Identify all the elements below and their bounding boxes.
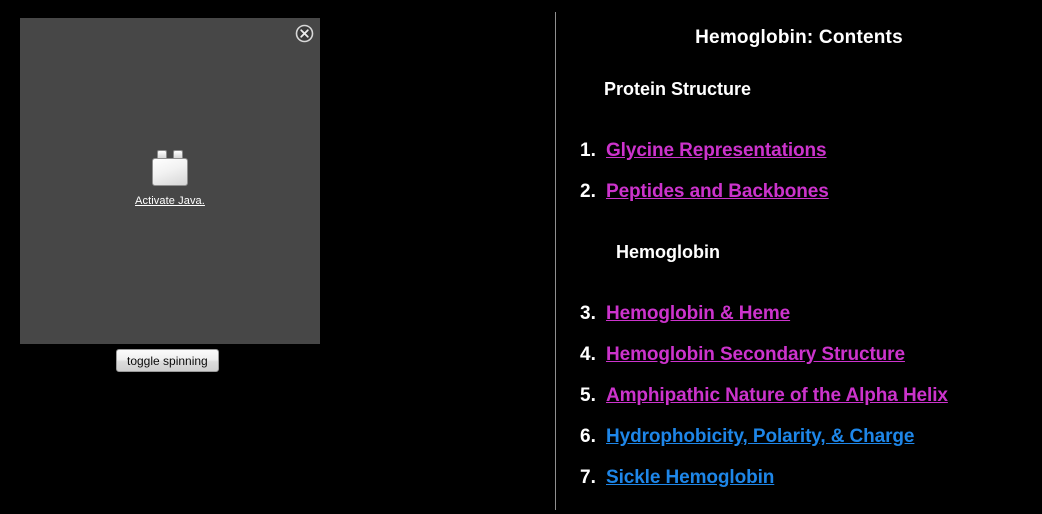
list-item-marker: 4.	[580, 344, 596, 365]
list-item: 5. Amphipathic Nature of the Alpha Helix	[580, 385, 948, 407]
contents-panel: Hemoglobin: Contents Protein Structure H…	[556, 0, 1042, 514]
list-item-marker: 7.	[580, 467, 596, 488]
toggle-spinning-button[interactable]: toggle spinning	[116, 349, 219, 372]
toc-link-hemoglobin-and-heme[interactable]: Hemoglobin & Heme	[606, 303, 790, 325]
list-item: 4. Hemoglobin Secondary Structure	[580, 344, 905, 366]
list-item-marker: 3.	[580, 303, 596, 324]
page-root: Activate Java. toggle spinning Hemoglobi…	[0, 0, 1042, 514]
list-item: 3. Hemoglobin & Heme	[580, 303, 790, 325]
list-item-marker: 5.	[580, 385, 596, 406]
page-title: Hemoglobin: Contents	[695, 27, 903, 48]
list-item: 2. Peptides and Backbones	[580, 181, 829, 203]
list-item: 7. Sickle Hemoglobin	[580, 467, 774, 489]
toc-link-hemoglobin-secondary-structure[interactable]: Hemoglobin Secondary Structure	[606, 344, 905, 366]
list-item-marker: 2.	[580, 181, 596, 202]
section-heading-protein-structure: Protein Structure	[604, 79, 752, 99]
java-applet-placeholder: Activate Java.	[20, 18, 320, 344]
activate-java-link[interactable]: Activate Java.	[135, 195, 205, 207]
java-plugin-brick-icon	[151, 149, 189, 186]
section-heading-hemoglobin: Hemoglobin	[616, 242, 720, 262]
toc-link-sickle-hemoglobin[interactable]: Sickle Hemoglobin	[606, 467, 774, 489]
list-item-marker: 1.	[580, 140, 596, 161]
list-item-marker: 6.	[580, 426, 596, 447]
toc-link-peptides-and-backbones[interactable]: Peptides and Backbones	[606, 181, 829, 203]
list-item: 1. Glycine Representations	[580, 140, 827, 162]
list-item: 6. Hydrophobicity, Polarity, & Charge	[580, 426, 914, 448]
toc-link-glycine-representations[interactable]: Glycine Representations	[606, 140, 827, 162]
toc-link-amphipathic-nature-alpha-helix[interactable]: Amphipathic Nature of the Alpha Helix	[606, 385, 948, 407]
toc-link-hydrophobicity-polarity-charge[interactable]: Hydrophobicity, Polarity, & Charge	[606, 426, 914, 448]
applet-activate-area[interactable]: Activate Java.	[20, 18, 320, 344]
